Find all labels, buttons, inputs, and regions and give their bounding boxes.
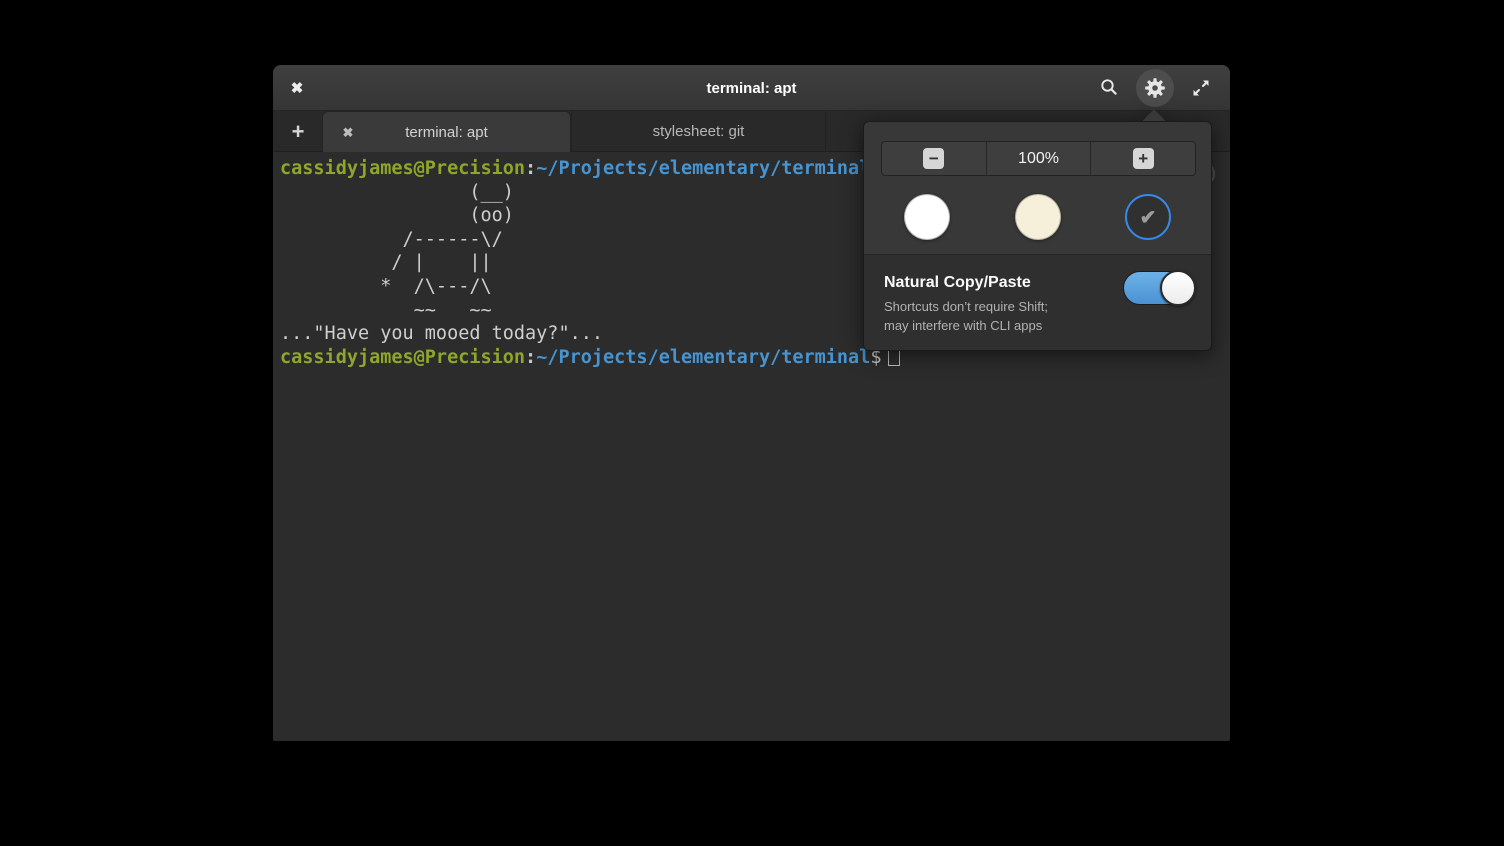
fullscreen-button[interactable] [1182, 69, 1220, 107]
prompt-line: cassidyjames@Precision:~/Projects/elemen… [280, 158, 870, 179]
toggle-knob [1160, 270, 1196, 306]
prompt-line: cassidyjames@Precision:~/Projects/elemen… [280, 347, 900, 368]
theme-sepia-option[interactable] [1015, 194, 1061, 240]
new-tab-button[interactable]: + [283, 111, 313, 152]
theme-selector: ✔ [881, 194, 1194, 240]
terminal-window: ✖ terminal: apt [273, 65, 1230, 741]
gear-icon [1143, 76, 1167, 100]
search-icon [1098, 77, 1120, 99]
zoom-out-icon: − [923, 148, 944, 169]
titlebar[interactable]: ✖ terminal: apt [273, 65, 1230, 111]
theme-light-option[interactable] [904, 194, 950, 240]
close-icon: ✖ [291, 79, 304, 97]
prompt-user: cassidyjames@Precision [280, 347, 525, 368]
tab-terminal-apt[interactable]: ✖ terminal: apt [322, 111, 571, 152]
desktop: ✖ terminal: apt [0, 0, 1504, 846]
zoom-level[interactable]: 100% [986, 142, 1091, 175]
moo-art: (__) (oo) /------\/ / | || * /\---/\ ~~ … [280, 182, 514, 321]
prompt-path: ~/Projects/elementary/terminal [536, 347, 870, 368]
zoom-in-icon: + [1133, 148, 1154, 169]
settings-popover: − 100% + ✔ [863, 121, 1212, 351]
zoom-control: − 100% + [881, 141, 1196, 176]
plus-icon: + [292, 119, 305, 145]
zoom-out-button[interactable]: − [882, 142, 986, 175]
window-title: terminal: apt [273, 65, 1230, 111]
close-icon: ✖ [343, 125, 354, 141]
check-icon: ✔ [1140, 205, 1157, 230]
tab-close-button[interactable]: ✖ [337, 112, 359, 153]
popover-top-section: − 100% + ✔ [864, 122, 1211, 254]
titlebar-actions [1090, 65, 1220, 111]
zoom-in-button[interactable]: + [1090, 142, 1195, 175]
moo-caption: ..."Have you mooed today?"... [280, 323, 603, 344]
tab-label: terminal: apt [405, 124, 488, 141]
natural-copy-paste-toggle[interactable] [1123, 271, 1195, 305]
settings-button[interactable] [1136, 69, 1174, 107]
window-close-button[interactable]: ✖ [285, 65, 309, 111]
search-button[interactable] [1090, 69, 1128, 107]
tab-label: stylesheet: git [653, 123, 745, 140]
tab-stylesheet-git[interactable]: stylesheet: git [571, 111, 826, 152]
theme-dark-option[interactable]: ✔ [1125, 194, 1171, 240]
prompt-path: ~/Projects/elementary/terminal [536, 158, 870, 179]
prompt-user: cassidyjames@Precision [280, 158, 525, 179]
fullscreen-icon [1190, 77, 1212, 99]
natural-copy-paste-section: Natural Copy/Paste Shortcuts don’t requi… [864, 254, 1211, 351]
